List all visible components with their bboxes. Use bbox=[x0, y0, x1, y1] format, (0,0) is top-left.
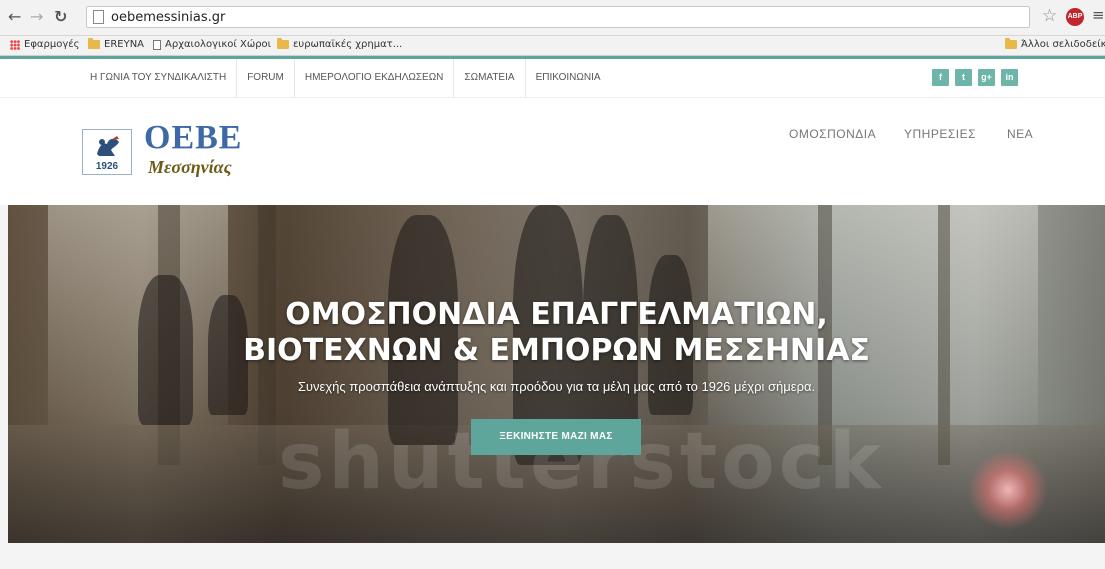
mainnav-item-services[interactable]: ΥΠΗΡΕΣΙΕΣ bbox=[904, 127, 976, 141]
emblem-figure-icon bbox=[97, 136, 119, 156]
browser-window: ← → ↻ oebemessinias.gr ☆ ABP ≡ Εφαρμογές… bbox=[0, 0, 1105, 569]
folder-icon bbox=[277, 38, 289, 49]
adblock-icon[interactable]: ABP bbox=[1066, 8, 1084, 26]
logo-emblem[interactable]: 1926 bbox=[82, 129, 132, 175]
linkedin-icon[interactable]: in bbox=[1001, 69, 1018, 86]
divider bbox=[0, 97, 1105, 98]
bookmark-folder[interactable]: ευρωπαϊκές χρηματ... bbox=[277, 38, 403, 50]
hero-title-line: ΟΜΟΣΠΟΝΔΙΑ ΕΠΑΓΓΕΛΜΑΤΙΩΝ, bbox=[285, 297, 828, 332]
page-icon bbox=[153, 39, 161, 50]
back-icon[interactable]: ← bbox=[8, 8, 21, 26]
twitter-icon[interactable]: t bbox=[955, 69, 972, 86]
hero-lens-flare bbox=[968, 450, 1048, 530]
topnav-item-associations[interactable]: ΣΩΜΑΤΕΙΑ bbox=[454, 59, 526, 97]
logo-year: 1926 bbox=[95, 161, 119, 172]
bookmark-page[interactable]: Αρχαιολογικοί Χώροι bbox=[153, 39, 271, 50]
topnav-item-syndicalist-corner[interactable]: Η ΓΩΝΙΑ ΤΟΥ ΣΥΝΔΙΚΑΛΙΣΤΗ bbox=[80, 59, 238, 97]
mainnav-item-news[interactable]: ΝΕΑ bbox=[1007, 127, 1033, 141]
browser-toolbar: ← → ↻ oebemessinias.gr ☆ ABP ≡ bbox=[0, 0, 1105, 36]
browser-menu-icon[interactable]: ≡ bbox=[1092, 6, 1105, 24]
bookmark-label: Αρχαιολογικοί Χώροι bbox=[165, 39, 272, 50]
facebook-icon[interactable]: f bbox=[932, 69, 949, 86]
page-icon bbox=[93, 10, 104, 24]
hero-title: ΟΜΟΣΠΟΝΔΙΑ ΕΠΑΓΓΕΛΜΑΤΙΩΝ, ΒΙΟΤΕΧΝΩΝ & ΕΜ… bbox=[8, 297, 1105, 369]
bookmark-label: Εφαρμογές bbox=[24, 39, 80, 50]
topnav-item-contact[interactable]: ΕΠΙΚΟΙΝΩΝΙΑ bbox=[526, 59, 611, 97]
hero-banner: shutterstock ΟΜΟΣΠΟΝΔΙΑ ΕΠΑΓΓΕΛΜΑΤΙΩΝ, Β… bbox=[8, 205, 1105, 543]
bookmarks-bar: Εφαρμογές EREYNA Αρχαιολογικοί Χώροι ευρ… bbox=[0, 36, 1105, 56]
folder-icon bbox=[88, 38, 100, 49]
apps-grid-icon bbox=[10, 39, 20, 50]
bookmark-label: EREYNA bbox=[104, 39, 145, 50]
bookmark-apps[interactable]: Εφαρμογές bbox=[10, 39, 80, 50]
bookmark-other-folder[interactable]: Άλλοι σελιδοδείκτες bbox=[1005, 38, 1105, 50]
reload-icon[interactable]: ↻ bbox=[54, 8, 67, 26]
top-navigation: Η ΓΩΝΙΑ ΤΟΥ ΣΥΝΔΙΚΑΛΙΣΤΗ FORUM ΗΜΕΡΟΛΟΓΙ… bbox=[80, 59, 611, 97]
bookmark-label: Άλλοι σελιδοδείκτες bbox=[1021, 39, 1105, 50]
hero-subtitle: Συνεχής προσπάθεια ανάπτυξης και προόδου… bbox=[297, 379, 816, 394]
forward-icon[interactable]: → bbox=[30, 8, 43, 26]
bookmark-label: ευρωπαϊκές χρηματ... bbox=[293, 39, 403, 50]
hero-title-line: ΒΙΟΤΕΧΝΩΝ & ΕΜΠΟΡΩΝ ΜΕΣΣΗΝΙΑΣ bbox=[243, 333, 870, 368]
bookmark-star-icon[interactable]: ☆ bbox=[1042, 6, 1057, 26]
mainnav-item-federation[interactable]: ΟΜΟΣΠΟΝΔΙΑ bbox=[789, 127, 876, 141]
get-started-button[interactable]: ΞΕΚΙΝΗΣΤΕ ΜΑΖΙ ΜΑΣ bbox=[471, 419, 641, 455]
topnav-item-forum[interactable]: FORUM bbox=[237, 59, 295, 97]
topnav-item-events-calendar[interactable]: ΗΜΕΡΟΛΟΓΙΟ ΕΚΔΗΛΩΣΕΩΝ bbox=[295, 59, 455, 97]
address-bar[interactable]: oebemessinias.gr bbox=[86, 6, 1030, 28]
folder-icon bbox=[1005, 38, 1017, 49]
logo-title[interactable]: ΟΕΒΕ bbox=[144, 121, 242, 155]
url-text[interactable]: oebemessinias.gr bbox=[111, 10, 225, 25]
bookmark-folder[interactable]: EREYNA bbox=[88, 38, 145, 50]
logo-subtitle: Μεσσηνίας bbox=[148, 157, 232, 177]
site-header: Η ΓΩΝΙΑ ΤΟΥ ΣΥΝΔΙΚΑΛΙΣΤΗ FORUM ΗΜΕΡΟΛΟΓΙ… bbox=[0, 59, 1105, 205]
page-section-background bbox=[0, 543, 1105, 569]
google-plus-icon[interactable]: g+ bbox=[978, 69, 995, 86]
